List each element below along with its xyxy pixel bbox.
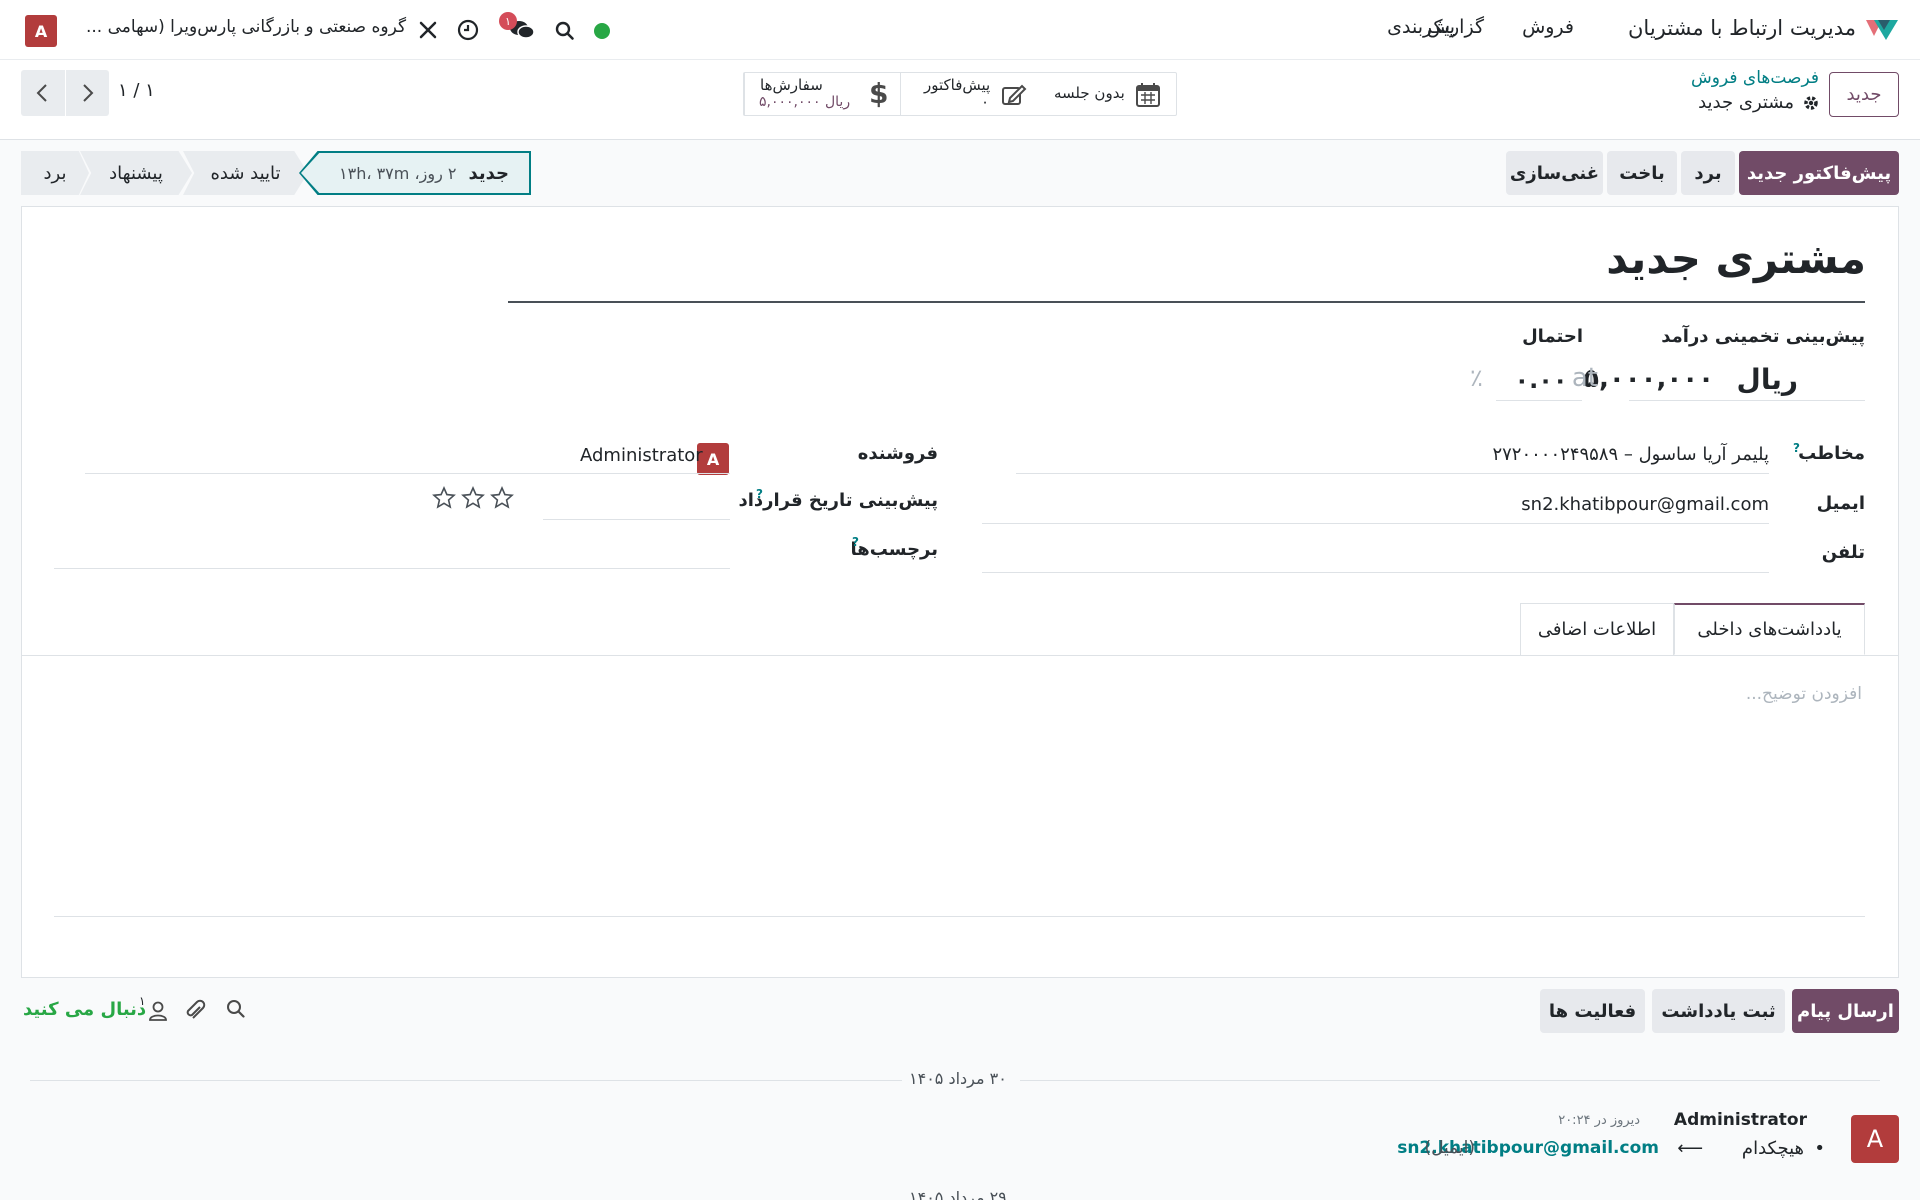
date-separator: ۳۰ مرداد ۱۴۰۵ [909, 1069, 1007, 1088]
breadcrumb-parent[interactable]: فرصت‌های فروش [1691, 68, 1819, 88]
stage-new-label: جدید [468, 162, 509, 184]
tracking-old-value: هیچکدام [1741, 1138, 1804, 1159]
app-name[interactable]: مدیریت ارتباط با مشتریان [1628, 16, 1856, 40]
contact-help-icon[interactable]: ? [1793, 441, 1800, 455]
search-icon[interactable] [555, 21, 575, 41]
gear-icon[interactable] [1802, 94, 1820, 112]
phone-label: تلفن [1821, 542, 1865, 563]
mark-won-button[interactable]: برد [1681, 151, 1735, 195]
contact-label: مخاطب [1798, 443, 1865, 464]
pager-buttons [21, 70, 109, 116]
expected-revenue-label: پیش‌بینی تخمینی درآمد [1661, 326, 1865, 347]
breadcrumb-current: مشتری جدید [1698, 92, 1794, 113]
notes-input[interactable]: افزودن توضیح... [1746, 684, 1862, 704]
quotations-label: پیش‌فاکتور [924, 76, 991, 94]
paperclip-icon[interactable] [184, 999, 206, 1023]
quotations-smart-button[interactable]: پیش‌فاکتور ۰ [900, 73, 1038, 115]
dollar-icon: $ [869, 77, 889, 110]
priority-star-icon[interactable] [490, 486, 514, 510]
priority-star-icon[interactable] [432, 486, 456, 510]
probability-underline [1496, 400, 1582, 401]
tracking-arrow-icon: ⟵ [1677, 1138, 1703, 1159]
priority-star-icon[interactable] [461, 486, 485, 510]
stage-qualified[interactable]: تایید شده [183, 151, 308, 195]
calendar-icon [1136, 83, 1160, 107]
edit-icon [1002, 84, 1027, 105]
probability-label: احتمال [1522, 326, 1583, 347]
expected-closing-label: پیش‌بینی تاریخ قرارداد [738, 490, 938, 511]
email-label: ایمیل [1816, 493, 1865, 514]
mark-lost-button[interactable]: باخت [1607, 151, 1677, 195]
followers-icon[interactable] [148, 1000, 168, 1022]
email-value[interactable]: sn2.khatibpour@gmail.com [1521, 494, 1769, 515]
pager-value[interactable]: ۱ / ۱ [118, 80, 155, 101]
new-quotation-button[interactable]: پیش‌فاکتور جدید [1739, 151, 1899, 195]
pager-previous-icon[interactable] [34, 83, 52, 103]
send-message-button[interactable]: ارسال پیام [1792, 989, 1899, 1033]
tags-label: برچسب‌ها [850, 539, 938, 560]
tools-icon[interactable] [418, 20, 438, 40]
quotations-count: ۰ [981, 93, 990, 111]
stage-duration: ۲ روز، ۱۳h، ۳۷m [339, 163, 457, 183]
stage-new[interactable]: جدید ۲ روز، ۱۳h، ۳۷m [301, 153, 529, 193]
orders-value: ریال ۵,۰۰۰,۰۰۰ [759, 94, 851, 110]
date-separator-line [30, 1080, 902, 1081]
stage-won[interactable]: برد [21, 151, 89, 195]
notes-bottom-line [54, 916, 1865, 917]
expected-closing-input[interactable] [543, 519, 730, 520]
salesperson-value[interactable]: Administrator [580, 445, 703, 466]
message-author[interactable]: Administrator [1674, 1110, 1807, 1130]
message-time: دیروز در ۲۰:۲۴ [1558, 1113, 1640, 1128]
stage-proposition[interactable]: پیشنهاد [80, 151, 192, 195]
expected-revenue-value[interactable]: ۵,۰۰۰,۰۰۰ [1583, 364, 1714, 394]
salesperson-underline [85, 473, 730, 474]
pager-next-icon[interactable] [78, 83, 96, 103]
orders-smart-button[interactable]: سفارش‌ها ریال ۵,۰۰۰,۰۰۰ $ [744, 73, 900, 115]
contact-underline [1016, 473, 1769, 474]
clock-icon[interactable] [457, 19, 479, 41]
meetings-smart-button[interactable]: بدون جلسه [1038, 73, 1176, 115]
currency-symbol: ریال [1736, 363, 1798, 396]
message-author-avatar[interactable]: A [1851, 1115, 1899, 1163]
tags-input[interactable] [54, 568, 730, 569]
phone-input[interactable] [982, 572, 1769, 573]
email-underline [982, 523, 1769, 524]
orders-label: سفارش‌ها [760, 76, 823, 94]
activities-button[interactable]: فعالیت ها [1540, 989, 1645, 1033]
message-count-badge: ۱ [499, 12, 517, 30]
tab-extra-info[interactable]: اطلاعات اضافی [1520, 603, 1674, 655]
date-separator: ۲۹ مرداد ۱۴۰۵ [909, 1188, 1007, 1200]
menu-configuration[interactable]: پیکربندی [1387, 16, 1455, 38]
record-title[interactable]: مشتری جدید [1606, 234, 1866, 283]
probability-value[interactable]: ۰.۰۰ [1500, 366, 1582, 394]
presence-status-icon [594, 23, 610, 39]
smart-buttons: سفارش‌ها ریال ۵,۰۰۰,۰۰۰ $ پیش‌فاکتور ۰ ب… [743, 72, 1177, 116]
menu-sales[interactable]: فروش [1522, 16, 1574, 38]
following-button[interactable]: دنبال می کنید [23, 999, 146, 1020]
top-navbar: مدیریت ارتباط با مشتریان فروش گزارش پیکر… [0, 0, 1920, 60]
meetings-label: بدون جلسه [1054, 84, 1125, 102]
date-separator-line [1020, 1080, 1880, 1081]
tracking-field: (ایمیل) [1424, 1138, 1475, 1158]
form-sheet [21, 206, 1899, 978]
user-avatar[interactable]: A [25, 15, 57, 47]
log-note-button[interactable]: ثبت یادداشت [1652, 989, 1785, 1033]
percent-sign: ٪ [1470, 364, 1483, 392]
crm-app-icon[interactable] [1864, 14, 1900, 44]
company-switcher[interactable]: گروه صنعتی و بازرگانی پارس‌ویرا (سهامی .… [86, 17, 406, 37]
expected-revenue-underline [1629, 400, 1865, 401]
title-underline [508, 301, 1865, 303]
contact-value[interactable]: پلیمر آریا ساسول – ۲۷۲۰۰۰۰۲۴۹۵۸۹ [1492, 444, 1769, 465]
new-record-button[interactable]: جدید [1829, 72, 1899, 117]
priority-stars [432, 486, 514, 510]
tags-help-icon[interactable]: ? [852, 535, 859, 549]
tab-internal-notes[interactable]: یادداشت‌های داخلی [1674, 603, 1865, 655]
chatter-search-icon[interactable] [226, 999, 246, 1019]
tracking-bullet: • [1814, 1138, 1825, 1159]
expected-closing-help-icon[interactable]: ? [756, 487, 763, 501]
salesperson-label: فروشنده [857, 443, 938, 464]
enrich-button[interactable]: غنی‌سازی [1506, 151, 1603, 195]
tabs-baseline [22, 655, 1898, 656]
